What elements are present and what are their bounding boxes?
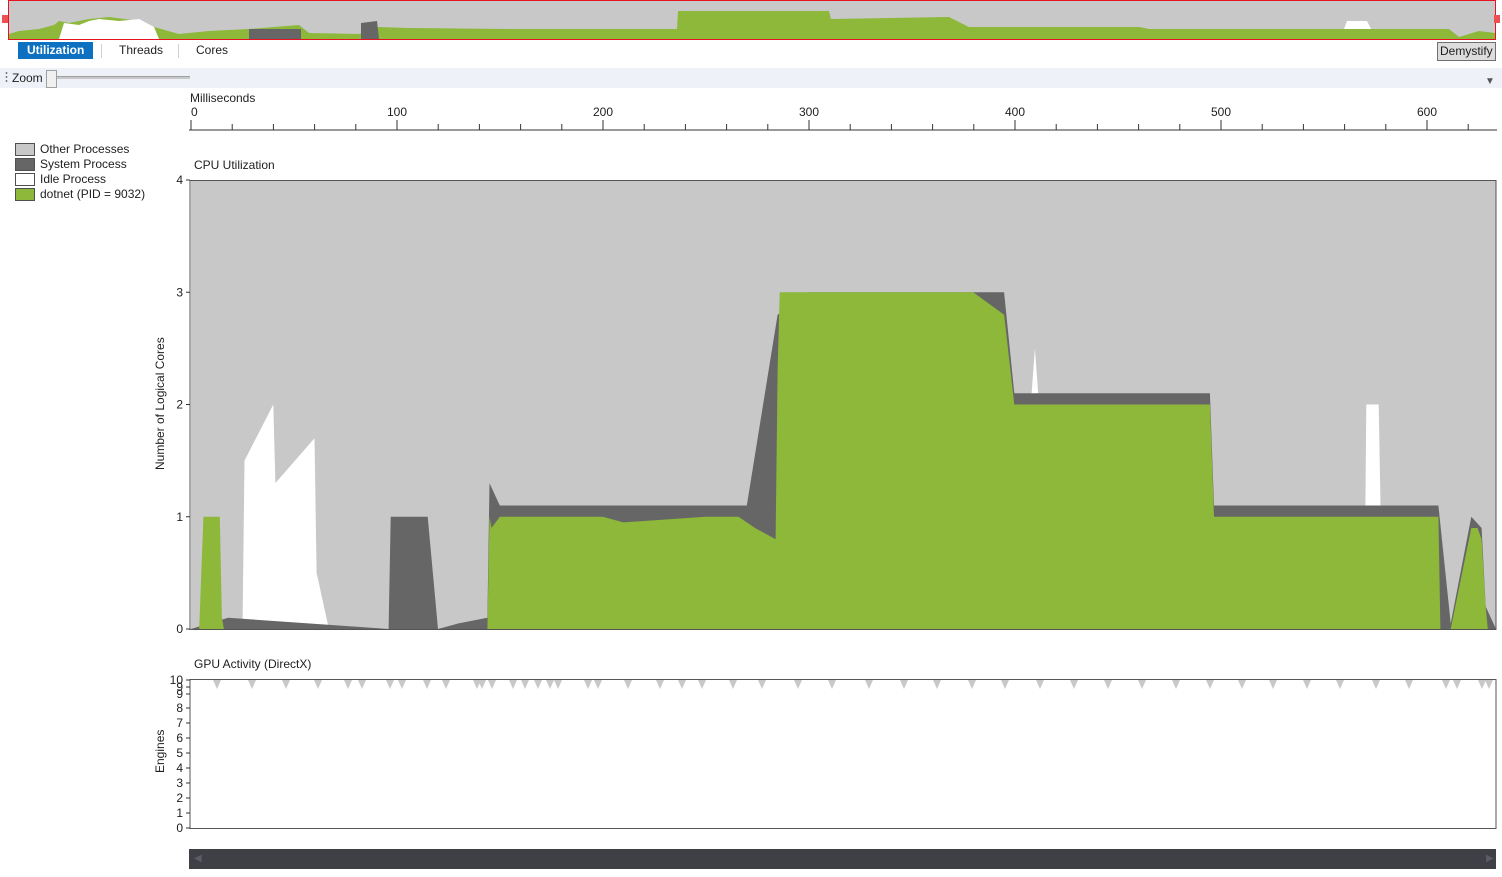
gpu-y-tick-label: 8: [176, 701, 183, 715]
zoom-toolbar: [0, 68, 1502, 88]
horizontal-scrollbar[interactable]: [189, 849, 1496, 869]
ruler-tick-label: 200: [593, 105, 613, 119]
gpu-y-tick-label: 10: [170, 673, 184, 687]
gpu-y-tick-label: 6: [176, 731, 183, 745]
legend-label: System Process: [40, 157, 127, 171]
legend-swatch: [15, 188, 35, 201]
tab-separator: [101, 44, 102, 58]
cpu-y-tick-label: 1: [176, 510, 183, 524]
scroll-right-icon[interactable]: ▶: [1486, 853, 1494, 864]
legend-swatch: [15, 173, 35, 186]
overview-left-handle[interactable]: [2, 15, 8, 23]
cpu-y-tick-label: 4: [176, 173, 183, 187]
gpu-y-tick-label: 4: [176, 761, 183, 775]
ruler: 0 100 200 300 400 500 600: [189, 105, 1497, 131]
legend-swatch: [15, 143, 35, 156]
cpu-y-tick-label: 0: [176, 622, 183, 636]
gpu-y-tick-label: 0: [176, 821, 183, 835]
gpu-y-tick-label: 3: [176, 776, 183, 790]
cpu-chart-title: CPU Utilization: [194, 158, 275, 172]
tab-cores[interactable]: Cores: [187, 42, 237, 59]
grip-icon[interactable]: [5, 71, 8, 83]
zoom-slider-track[interactable]: [46, 76, 190, 79]
ruler-tick-label: 400: [1005, 105, 1025, 119]
overflow-icon[interactable]: ▼: [1485, 76, 1495, 87]
gpu-y-tick-label: 5: [176, 746, 183, 760]
scroll-left-icon[interactable]: ◀: [194, 853, 202, 864]
overview-right-handle[interactable]: [1494, 15, 1500, 23]
cpu-utilization-chart[interactable]: 0 1 2 3 4: [160, 172, 1500, 638]
zoom-slider-thumb[interactable]: [46, 70, 57, 88]
overview-idle-area-2: [1344, 21, 1371, 29]
cpu-y-tick-label: 3: [176, 285, 183, 299]
overview-system-area: [249, 29, 301, 39]
gpu-plot-border: [189, 679, 1497, 829]
tab-separator: [178, 44, 179, 58]
ruler-tick-label: 300: [799, 105, 819, 119]
ruler-tick-label: 600: [1417, 105, 1437, 119]
ruler-tick-label: 500: [1211, 105, 1231, 119]
overview-system-area-2: [361, 21, 379, 39]
demystify-button[interactable]: Demystify: [1437, 42, 1496, 61]
gpu-y-tick-label: 7: [176, 716, 183, 730]
overview-chart: [9, 1, 1495, 39]
legend-swatch: [15, 158, 35, 171]
zoom-label: Zoom: [12, 71, 43, 85]
legend-label: Other Processes: [40, 142, 130, 156]
overview-timeline[interactable]: [8, 0, 1496, 40]
ruler-tick-label: 100: [387, 105, 407, 119]
tab-utilization[interactable]: Utilization: [18, 42, 94, 59]
gpu-y-tick-label: 1: [176, 806, 183, 820]
ruler-tick-label: 0: [191, 105, 198, 119]
gpu-activity-chart[interactable]: 0123456789910: [160, 672, 1500, 836]
legend-label: Idle Process: [40, 172, 107, 186]
legend-label: dotnet (PID = 9032): [40, 187, 146, 201]
gpu-y-tick-label: 2: [176, 791, 183, 805]
gpu-chart-title: GPU Activity (DirectX): [194, 657, 312, 671]
ruler-label: Milliseconds: [190, 91, 256, 105]
tab-threads[interactable]: Threads: [110, 42, 172, 59]
cpu-y-tick-label: 2: [176, 398, 183, 412]
